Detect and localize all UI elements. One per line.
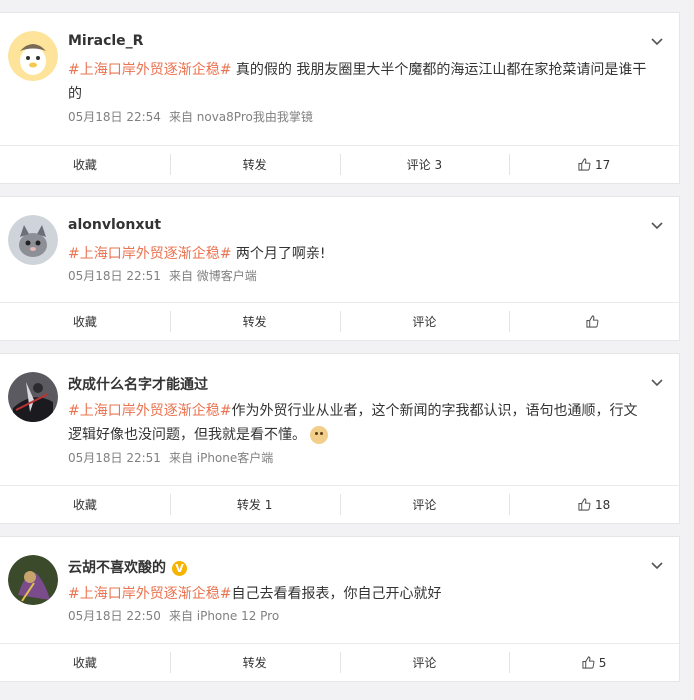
like-button[interactable]: 18 xyxy=(509,486,679,523)
comment-button[interactable]: 评论 xyxy=(339,486,510,523)
comment-card: alonvlonxut #上海口岸外贸逐渐企稳# 两个月了啊亲! 05月18日 … xyxy=(0,196,680,341)
comment-meta: 05月18日 22:51 来自 iPhone客户端 xyxy=(68,449,273,466)
thumbs-up-icon xyxy=(578,158,591,171)
thumbs-up-icon xyxy=(582,656,595,669)
comment-text: #上海口岸外贸逐渐企稳# 两个月了啊亲! xyxy=(68,242,648,266)
timestamp[interactable]: 05月18日 22:51 xyxy=(68,269,161,283)
source-label: 来自 iPhone 12 Pro xyxy=(168,609,280,623)
avatar[interactable] xyxy=(8,372,58,422)
repost-button[interactable]: 转发 xyxy=(169,303,340,340)
source-label: 来自 微博客户端 xyxy=(168,269,257,283)
avatar[interactable] xyxy=(8,555,58,605)
action-bar: 收藏 转发 评论 xyxy=(0,302,679,340)
comment-meta: 05月18日 22:51 来自 微博客户端 xyxy=(68,267,257,284)
action-bar: 收藏 转发 评论 3 17 xyxy=(0,145,679,183)
comment-feed: Miracle_R #上海口岸外贸逐渐企稳# 真的假的 我朋友圈里大半个魔都的海… xyxy=(0,0,694,700)
collect-label: 收藏 xyxy=(72,498,97,512)
comment-text: #上海口岸外贸逐渐企稳# 真的假的 我朋友圈里大半个魔都的海运江山都在家抢菜请问… xyxy=(68,58,648,106)
like-button[interactable]: 5 xyxy=(509,644,679,681)
username[interactable]: Miracle_R xyxy=(68,33,143,49)
timestamp[interactable]: 05月18日 22:51 xyxy=(68,451,161,465)
collect-button[interactable]: 收藏 xyxy=(0,644,170,681)
doge-emoji-icon xyxy=(310,426,328,444)
chevron-down-icon[interactable] xyxy=(651,561,663,571)
action-bar: 收藏 转发 1 评论 18 xyxy=(0,485,679,523)
username-text: 云胡不喜欢酸的 xyxy=(68,560,166,576)
chevron-down-icon[interactable] xyxy=(651,221,663,231)
chevron-down-icon[interactable] xyxy=(651,37,663,47)
source-label: 来自 nova8Pro我由我掌镜 xyxy=(168,110,313,124)
action-bar: 收藏 转发 评论 5 xyxy=(0,643,679,681)
collect-label: 收藏 xyxy=(72,315,97,329)
chevron-down-icon[interactable] xyxy=(651,378,663,388)
repost-label: 转发 1 xyxy=(236,498,273,512)
thumbs-up-icon xyxy=(586,315,599,328)
comment-body: 自己去看看报表，你自己开心就好 xyxy=(231,586,442,602)
like-count: 18 xyxy=(594,497,611,512)
comment-body: 两个月了啊亲! xyxy=(231,246,326,262)
comment-label: 评论 xyxy=(412,315,437,329)
hashtag-link[interactable]: #上海口岸外贸逐渐企稳# xyxy=(68,586,231,602)
comment-card: Miracle_R #上海口岸外贸逐渐企稳# 真的假的 我朋友圈里大半个魔都的海… xyxy=(0,12,680,184)
username[interactable]: 改成什么名字才能通过 xyxy=(68,374,208,394)
repost-label: 转发 xyxy=(242,315,267,329)
avatar[interactable] xyxy=(8,215,58,265)
collect-button[interactable]: 收藏 xyxy=(0,303,170,340)
hashtag-link[interactable]: #上海口岸外贸逐渐企稳# xyxy=(68,62,231,78)
repost-button[interactable]: 转发 1 xyxy=(169,486,340,523)
like-count: 17 xyxy=(594,157,611,172)
collect-label: 收藏 xyxy=(72,656,97,670)
source-label: 来自 iPhone客户端 xyxy=(168,451,274,465)
like-button[interactable]: 17 xyxy=(509,146,679,183)
repost-label: 转发 xyxy=(242,656,267,670)
comment-button[interactable]: 评论 xyxy=(339,303,510,340)
repost-button[interactable]: 转发 xyxy=(169,644,340,681)
comment-meta: 05月18日 22:54 来自 nova8Pro我由我掌镜 xyxy=(68,108,313,125)
timestamp[interactable]: 05月18日 22:54 xyxy=(68,110,161,124)
verified-badge-icon: V xyxy=(172,560,187,576)
like-button[interactable] xyxy=(509,303,679,340)
repost-button[interactable]: 转发 xyxy=(169,146,340,183)
comment-label: 评论 xyxy=(412,498,437,512)
timestamp[interactable]: 05月18日 22:50 xyxy=(68,609,161,623)
comment-card: 改成什么名字才能通过 #上海口岸外贸逐渐企稳#作为外贸行业从业者，这个新闻的字我… xyxy=(0,353,680,524)
username[interactable]: 云胡不喜欢酸的 V xyxy=(68,557,187,577)
avatar[interactable] xyxy=(8,31,58,81)
comment-text: #上海口岸外贸逐渐企稳#作为外贸行业从业者，这个新闻的字我都认识，语句也通顺，行… xyxy=(68,399,648,447)
collect-label: 收藏 xyxy=(72,158,97,172)
comment-label: 评论 xyxy=(412,656,437,670)
comment-button[interactable]: 评论 xyxy=(339,644,510,681)
like-count: 5 xyxy=(598,655,607,670)
thumbs-up-icon xyxy=(578,498,591,511)
repost-label: 转发 xyxy=(242,158,267,172)
hashtag-link[interactable]: #上海口岸外贸逐渐企稳# xyxy=(68,246,231,262)
comment-card: 云胡不喜欢酸的 V #上海口岸外贸逐渐企稳#自己去看看报表，你自己开心就好 05月… xyxy=(0,536,680,682)
hashtag-link[interactable]: #上海口岸外贸逐渐企稳# xyxy=(68,403,231,419)
comment-meta: 05月18日 22:50 来自 iPhone 12 Pro xyxy=(68,607,279,624)
comment-text: #上海口岸外贸逐渐企稳#自己去看看报表，你自己开心就好 xyxy=(68,582,648,606)
collect-button[interactable]: 收藏 xyxy=(0,486,170,523)
username[interactable]: alonvlonxut xyxy=(68,217,161,233)
comment-label: 评论 3 xyxy=(406,158,443,172)
collect-button[interactable]: 收藏 xyxy=(0,146,170,183)
comment-button[interactable]: 评论 3 xyxy=(339,146,510,183)
